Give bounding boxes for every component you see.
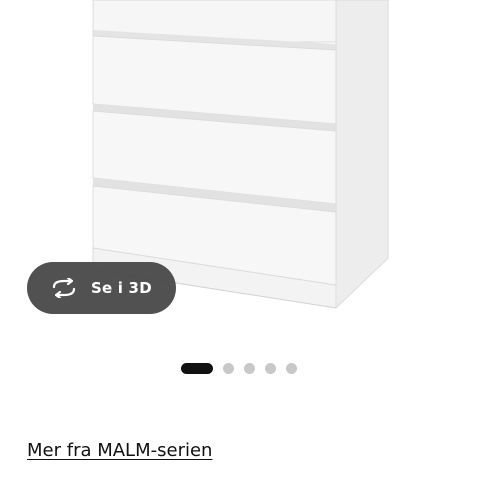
- carousel-pagination: [181, 362, 307, 374]
- product-page: Se i 3D Mer fra MALM-serien: [0, 0, 480, 480]
- carousel-dot-2[interactable]: [223, 362, 234, 374]
- dresser-side-panel: [335, 0, 389, 310]
- view-3d-button[interactable]: Se i 3D: [27, 262, 176, 314]
- series-link[interactable]: Mer fra MALM-serien: [27, 440, 212, 461]
- carousel-dot-5[interactable]: [286, 362, 297, 374]
- rotate-arrows-icon: [49, 277, 79, 299]
- carousel-dot-1[interactable]: [181, 362, 213, 374]
- carousel-dot-3[interactable]: [244, 362, 255, 374]
- view-3d-label: Se i 3D: [91, 279, 152, 297]
- carousel-dot-4[interactable]: [265, 362, 276, 374]
